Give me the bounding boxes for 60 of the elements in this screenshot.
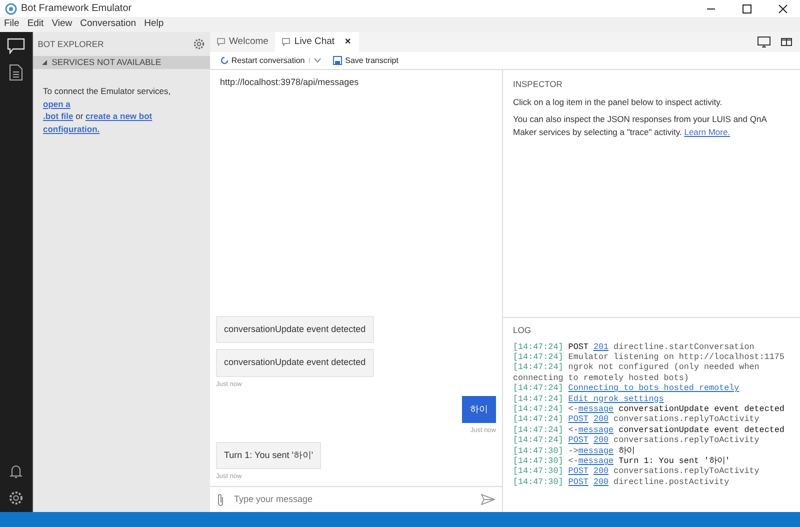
attachment-icon[interactable] [217,493,224,506]
tab[interactable]: Welcome [210,32,276,52]
close-button[interactable]: ✕ [344,36,352,48]
window-title: Bot Framework Emulator [21,2,132,16]
panel-title: LOG [513,324,532,337]
log-entry[interactable]: [14:47:24] ngrok not configured (only needed when connecting to remotely hosted bots) [513,362,790,384]
caret-icon [314,58,321,63]
message-bubble: 하이 [462,396,496,423]
restart-icon [220,56,229,65]
panel-title: BOT EXPLORER [38,38,104,50]
tab[interactable]: Live Chat ✕ [275,32,359,52]
log-entry[interactable]: [14:47:24] POST 200 conversations.replyToActivity [513,414,790,425]
section-header[interactable]: SERVICES NOT AVAILABLE [33,56,210,69]
menu-item[interactable]: Conversation [76,17,140,32]
link[interactable]: create a new bot [86,111,152,121]
message-input[interactable]: Type your message [232,492,473,508]
send-icon[interactable] [481,494,495,505]
monitor-icon[interactable] [757,36,771,48]
menu-item[interactable]: Edit [23,17,48,32]
restart-button[interactable]: Restart conversation [220,54,305,66]
maximize-icon[interactable] [742,4,752,14]
log-entry[interactable]: [14:47:24] Emulator listening on http://localhost:1175 [513,352,790,362]
app-logo-icon [5,2,17,14]
document-icon[interactable] [9,64,23,81]
log-entry[interactable]: [14:47:30] <-message Turn 1: You sent '하이' [513,456,790,466]
menu-item[interactable]: File [0,17,24,32]
split-view-icon[interactable] [781,37,792,47]
log-entry[interactable]: [14:47:30] POST 200 directline.postActivity [513,476,790,488]
link[interactable]: open a [43,98,70,108]
menu-item[interactable]: Help [140,17,168,32]
settings-icon[interactable] [8,490,24,506]
message-bubble: conversationUpdate event detected [216,349,374,377]
menu-item[interactable]: View [48,17,76,32]
chat-icon [217,38,225,46]
log-entry[interactable]: [14:47:24] POST 201 directline.startConversation [513,342,790,352]
bell-icon[interactable] [9,463,23,480]
message-bubble: Turn 1: You sent '하이' [216,442,322,470]
close-icon[interactable] [778,4,788,14]
link[interactable]: .bot file [43,111,74,121]
settings-icon[interactable] [193,38,206,50]
log-entry[interactable]: [14:47:30] POST 200 conversations.replyToActivity [513,466,790,477]
save-icon [332,56,343,65]
log-entry[interactable]: [14:47:24] POST 200 conversations.replyToActivity [513,435,790,446]
info-text: To connect the Emulator services, open a .bot file or create a new bot configuration. [42,85,172,135]
learn-more-link[interactable]: Learn More. [684,126,730,136]
info-text: You can also inspect the JSON responses from your LUIS and QnA Maker services by selecting a "trace" activity. Learn More. [513,113,768,138]
log-entry[interactable]: [14:47:30] ->message 하이 [513,446,790,456]
message-bubble: conversationUpdate event detected [216,316,374,344]
link[interactable]: configuration. [43,124,100,134]
info-text: Click on a log item in the panel below to inspect activity. [513,96,724,108]
chat-icon [282,38,290,46]
log-entry[interactable]: [14:47:24] <-message conversationUpdate event detected [513,404,790,414]
log-entry[interactable]: [14:47:24] Edit ngrok settings [513,394,790,404]
dropdown-button[interactable] [308,58,321,63]
log-entry[interactable]: [14:47:24] Connecting to bots hosted remotely [513,383,790,394]
save-button[interactable]: Save transcript [332,54,398,66]
log-entry[interactable]: [14:47:24] <-message conversationUpdate event detected [513,424,790,436]
chat-icon[interactable] [7,38,25,54]
panel-title: INSPECTOR [513,78,564,91]
endpoint-url: http://localhost:3978/api/messages [219,76,360,89]
